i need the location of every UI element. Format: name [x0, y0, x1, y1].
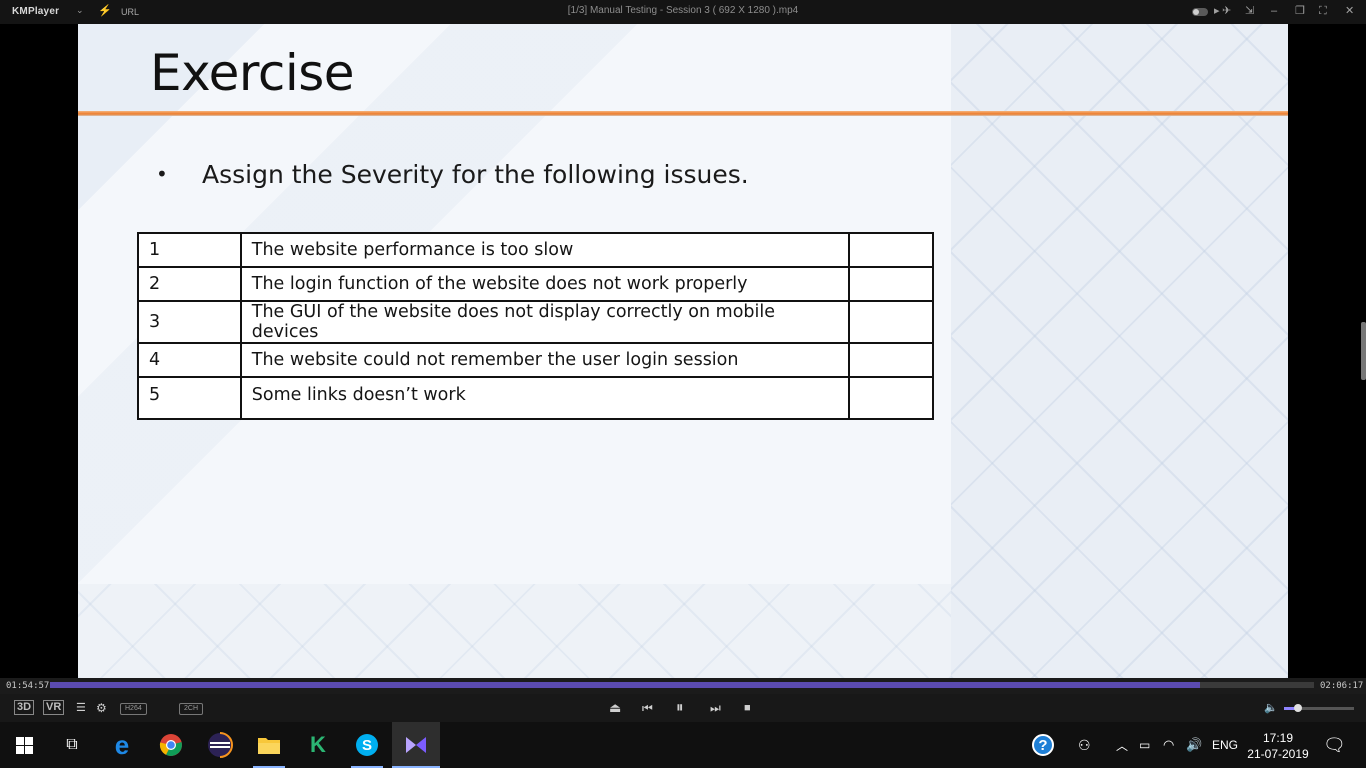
row-number: 4	[137, 342, 242, 378]
slide-decoration	[951, 24, 1288, 678]
eject-icon[interactable]: ⏏	[609, 700, 621, 716]
table-row: 2 The login function of the website does…	[137, 266, 934, 302]
chevron-up-icon[interactable]: ︿	[1116, 722, 1128, 768]
table-row: 5 Some links doesn’t work	[137, 376, 934, 420]
wifi-icon[interactable]: ◠	[1163, 722, 1174, 768]
speaker-icon[interactable]: 🔊	[1186, 722, 1202, 768]
elapsed-time: 01:54:57	[6, 681, 50, 691]
severity-cell	[848, 376, 934, 420]
window-title: [1/3] Manual Testing - Session 3 ( 692 X…	[567, 5, 799, 16]
previous-icon[interactable]: ⏮	[642, 700, 653, 716]
skype-glyph: S	[356, 734, 378, 756]
vr-button[interactable]: VR	[43, 700, 65, 715]
compact-mode-icon[interactable]: ⇲	[1245, 4, 1254, 18]
clock-date: 21-07-2019	[1247, 747, 1309, 761]
kmplayer-icon[interactable]	[392, 722, 440, 768]
next-icon[interactable]: ⏭	[710, 700, 721, 716]
issue-description: The website could not remember the user …	[239, 342, 851, 378]
notification-icon[interactable]: 🗨	[1323, 722, 1346, 768]
side-panel-handle[interactable]	[1361, 322, 1366, 380]
severity-cell	[848, 300, 934, 344]
folder-glyph	[258, 738, 280, 754]
issue-description: The GUI of the website does not display …	[239, 300, 851, 344]
people-icon[interactable]: ⚇	[1078, 722, 1091, 768]
windows-taskbar: ⧉ e K S ? ⚇ ︿ ▭ ◠ 🔊 ENG 17:19 21-07-2019…	[0, 722, 1366, 768]
bullet-text: Assign the Severity for the following is…	[202, 160, 749, 189]
task-view-icon[interactable]: ⧉	[48, 722, 96, 768]
issue-description: The website performance is too slow	[239, 232, 851, 268]
fullscreen-icon[interactable]: ⛶	[1319, 4, 1327, 18]
edge-icon[interactable]: e	[98, 722, 146, 768]
skype-icon[interactable]: S	[343, 722, 391, 768]
windows-icon	[15, 736, 33, 754]
total-time: 02:06:17	[1320, 681, 1364, 691]
kmplayer-glyph	[406, 737, 426, 753]
row-number: 2	[137, 266, 242, 302]
issue-description: Some links doesn’t work	[239, 376, 851, 420]
system-clock[interactable]: 17:19 21-07-2019	[1240, 730, 1316, 762]
help-icon[interactable]: ?	[1032, 722, 1054, 768]
severity-cell	[848, 342, 934, 378]
clock-time: 17:19	[1262, 731, 1294, 745]
presentation-slide: Exercise • Assign the Severity for the f…	[78, 24, 1288, 678]
row-number: 5	[137, 376, 242, 420]
language-indicator[interactable]: ENG	[1212, 722, 1238, 768]
title-divider	[78, 111, 1288, 116]
codec-badge: H264	[120, 703, 147, 715]
katalon-icon[interactable]: K	[294, 722, 342, 768]
gear-icon[interactable]: ⚙	[96, 700, 107, 716]
stop-icon[interactable]: ■	[744, 700, 751, 716]
battery-icon[interactable]: ▭	[1139, 722, 1150, 768]
chrome-icon[interactable]	[147, 722, 195, 768]
playlist-icon[interactable]: ☰	[76, 700, 86, 716]
slide-decoration-bottom	[78, 584, 951, 678]
player-title-bar: KMPlayer ⌄ ⚡ URL [1/3] Manual Testing - …	[0, 0, 1366, 24]
volume-icon[interactable]: 🔈	[1264, 700, 1278, 716]
row-number: 1	[137, 232, 242, 268]
eclipse-icon[interactable]	[196, 722, 244, 768]
eclipse-glyph	[208, 732, 233, 758]
slide-title: Exercise	[150, 44, 355, 102]
playback-controls: 3D VR ☰ ⚙ H264 2CH ⏏ ⏮ ⏸ ⏭ ■ 🔈	[0, 694, 1366, 722]
severity-table: 1 The website performance is too slow 2 …	[137, 232, 934, 420]
channels-badge: 2CH	[179, 703, 204, 715]
pause-icon[interactable]: ⏸	[676, 700, 684, 716]
seek-track[interactable]	[50, 682, 1314, 688]
minimize-icon[interactable]: –	[1271, 4, 1277, 18]
issue-description: The login function of the website does n…	[239, 266, 851, 302]
folder-icon[interactable]	[245, 722, 293, 768]
start-button[interactable]	[0, 722, 48, 768]
volume-slider[interactable]	[1284, 704, 1354, 712]
3d-button[interactable]: 3D	[14, 700, 35, 715]
video-area[interactable]: Exercise • Assign the Severity for the f…	[0, 24, 1366, 678]
severity-cell	[848, 266, 934, 302]
close-icon[interactable]: ✕	[1345, 4, 1354, 18]
toggle-switch[interactable]	[1192, 8, 1208, 16]
severity-cell	[848, 232, 934, 268]
caret-right-icon[interactable]: ▸	[1214, 4, 1220, 18]
seek-bar: 01:54:57 02:06:17	[0, 678, 1366, 694]
bullet-icon: •	[156, 162, 168, 186]
seek-progress	[50, 682, 1201, 688]
table-row: 3 The GUI of the website does not displa…	[137, 300, 934, 344]
table-row: 4 The website could not remember the use…	[137, 342, 934, 378]
restore-icon[interactable]: ❐	[1295, 4, 1305, 18]
chrome-glyph	[159, 734, 182, 756]
row-number: 3	[137, 300, 242, 344]
volume-knob[interactable]	[1294, 704, 1302, 712]
pin-icon[interactable]: ✈	[1222, 4, 1231, 18]
table-row: 1 The website performance is too slow	[137, 232, 934, 268]
